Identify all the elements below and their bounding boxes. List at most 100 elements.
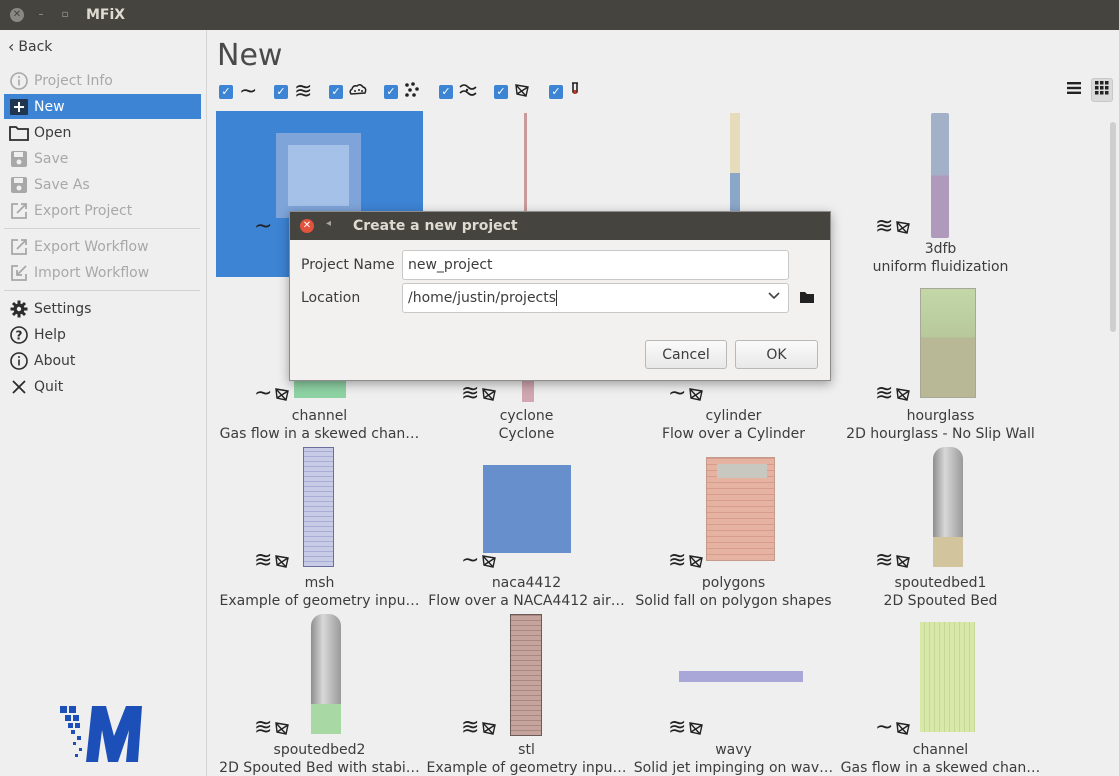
list-view-button[interactable] [1063, 78, 1085, 102]
template-type-icons: ≋ [668, 717, 704, 739]
single-phase-icon: ~ [668, 381, 687, 406]
new-icon [8, 97, 30, 117]
cartesian-cut-cell-icon [689, 555, 704, 568]
checkbox[interactable]: ✓ [329, 85, 343, 99]
template-thumbnail [933, 447, 963, 567]
window-maximize-button[interactable]: ▫ [58, 8, 72, 22]
checkbox[interactable]: ✓ [439, 85, 453, 99]
grid-view-button[interactable] [1091, 78, 1113, 102]
sidebar-item-label: Open [34, 124, 72, 141]
dialog-minimize-button[interactable]: ◂ [326, 218, 331, 229]
sidebar-item-save[interactable]: Save [4, 146, 201, 171]
template-card[interactable]: ≋ msh Example of geometry inpu… [216, 445, 423, 611]
cartesian-cut-cell-icon [896, 388, 911, 401]
filter-dem[interactable]: ✓ [384, 82, 420, 101]
sidebar-divider [4, 290, 200, 291]
location-combobox[interactable]: /home/justin/projects [402, 283, 789, 313]
location-label: Location [301, 290, 361, 306]
template-name: polygons [701, 575, 766, 591]
template-description: Gas flow in a skewed chan… [840, 760, 1041, 776]
two-fluid-icon: ≋ [875, 548, 894, 573]
browse-folder-button[interactable] [799, 290, 817, 306]
template-description: 2D hourglass - No Slip Wall [846, 426, 1035, 442]
cartesian-cut-cell-icon [896, 722, 911, 735]
template-card[interactable]: ≋ polygons Solid fall on polygon shapes [630, 445, 837, 611]
cartesian-cut-cell-icon [689, 388, 704, 401]
folder-icon [799, 292, 815, 308]
template-name: stl [518, 742, 535, 758]
template-description: Example of geometry inpu… [426, 760, 627, 776]
checkbox[interactable]: ✓ [384, 85, 398, 99]
template-name: hourglass [906, 408, 975, 424]
window-minimize-button[interactable]: – [34, 8, 48, 22]
template-card[interactable]: ≋ spoutedbed1 2D Spouted Bed [837, 445, 1044, 611]
vertical-scrollbar[interactable] [1110, 122, 1116, 332]
template-type-icons: ~ [875, 717, 911, 739]
single-phase-icon: ~ [254, 214, 273, 239]
sidebar-item-import-workflow[interactable]: Import Workflow [4, 260, 201, 285]
template-name: cylinder [705, 408, 762, 424]
filter-chemistry[interactable]: ✓ [549, 82, 581, 102]
template-type-icons: ~ [254, 383, 290, 405]
save-as-icon [8, 175, 30, 195]
sidebar-item-label: About [34, 352, 76, 369]
window-close-button[interactable]: ✕ [10, 8, 24, 22]
chemistry-icon [569, 82, 581, 102]
sidebar-item-project-info[interactable]: Project Info [4, 68, 201, 93]
sidebar-item-help[interactable]: ? Help [4, 322, 201, 347]
template-card[interactable]: ≋ spoutedbed2 2D Spouted Bed with stabi… [216, 612, 423, 776]
dialog-close-button[interactable]: ✕ [300, 219, 314, 233]
template-type-icons: ≋ [461, 717, 497, 739]
sidebar-item-export-project[interactable]: Export Project [4, 198, 201, 223]
pic-icon [349, 83, 367, 101]
filter-two-fluid[interactable]: ✓ ≋ [274, 81, 312, 103]
filter-pic[interactable]: ✓ [329, 83, 367, 101]
filter-hybrid[interactable]: ✓ [439, 83, 477, 101]
cartesian-cut-cell-icon [514, 82, 530, 102]
cancel-button[interactable]: Cancel [645, 340, 727, 369]
checkbox[interactable]: ✓ [219, 85, 233, 99]
project-name-value: new_project [408, 257, 493, 273]
template-thumbnail [276, 133, 361, 218]
sidebar-item-save-as[interactable]: Save As [4, 172, 201, 197]
template-description: 2D Spouted Bed [883, 593, 998, 609]
template-card[interactable]: ≋ stl Example of geometry inpu… [423, 612, 630, 776]
sidebar-item-label: New [34, 98, 65, 115]
sidebar-item-about[interactable]: About [4, 348, 201, 373]
sidebar-item-open[interactable]: Open [4, 120, 201, 145]
import-workflow-icon [8, 263, 30, 283]
project-name-input[interactable]: new_project [402, 250, 789, 280]
sidebar-item-settings[interactable]: Settings [4, 296, 201, 321]
back-button[interactable]: ‹ Back [4, 34, 201, 59]
close-icon [8, 377, 30, 397]
template-name: msh [304, 575, 335, 591]
template-card[interactable]: ≋ wavy Solid jet impinging on wav… [630, 612, 837, 776]
back-label: Back [18, 38, 53, 55]
template-thumbnail [294, 378, 346, 398]
help-icon: ? [8, 325, 30, 345]
template-card[interactable]: ≋ 3dfb uniform fluidization [837, 111, 1044, 277]
checkbox[interactable]: ✓ [494, 85, 508, 99]
save-icon [8, 149, 30, 169]
sidebar-item-export-workflow[interactable]: Export Workflow [4, 234, 201, 259]
project-name-label: Project Name [301, 257, 395, 273]
template-type-icons: ≋ [461, 383, 497, 405]
template-thumbnail [730, 113, 740, 213]
sidebar: ‹ Back Project Info New Open Save Save A… [0, 30, 207, 776]
info-icon [8, 351, 30, 371]
checkbox[interactable]: ✓ [274, 85, 288, 99]
export-icon [8, 201, 30, 221]
template-card[interactable]: ~ channel Gas flow in a skewed chan… [837, 612, 1044, 776]
hybrid-icon [459, 83, 477, 101]
filter-cartesian-cut-cell[interactable]: ✓ [494, 83, 530, 101]
checkbox[interactable]: ✓ [549, 85, 563, 99]
template-name: channel [912, 742, 969, 758]
chevron-down-icon[interactable] [768, 289, 780, 303]
template-card[interactable]: ~ naca4412 Flow over a NACA4412 air… [423, 445, 630, 611]
template-card[interactable]: ≋ hourglass 2D hourglass - No Slip Wall [837, 278, 1044, 444]
filter-single-phase[interactable]: ✓ ~ [219, 81, 257, 103]
sidebar-item-quit[interactable]: Quit [4, 374, 201, 399]
folder-icon [8, 123, 30, 143]
sidebar-item-new[interactable]: New [4, 94, 201, 119]
ok-button[interactable]: OK [735, 340, 818, 369]
